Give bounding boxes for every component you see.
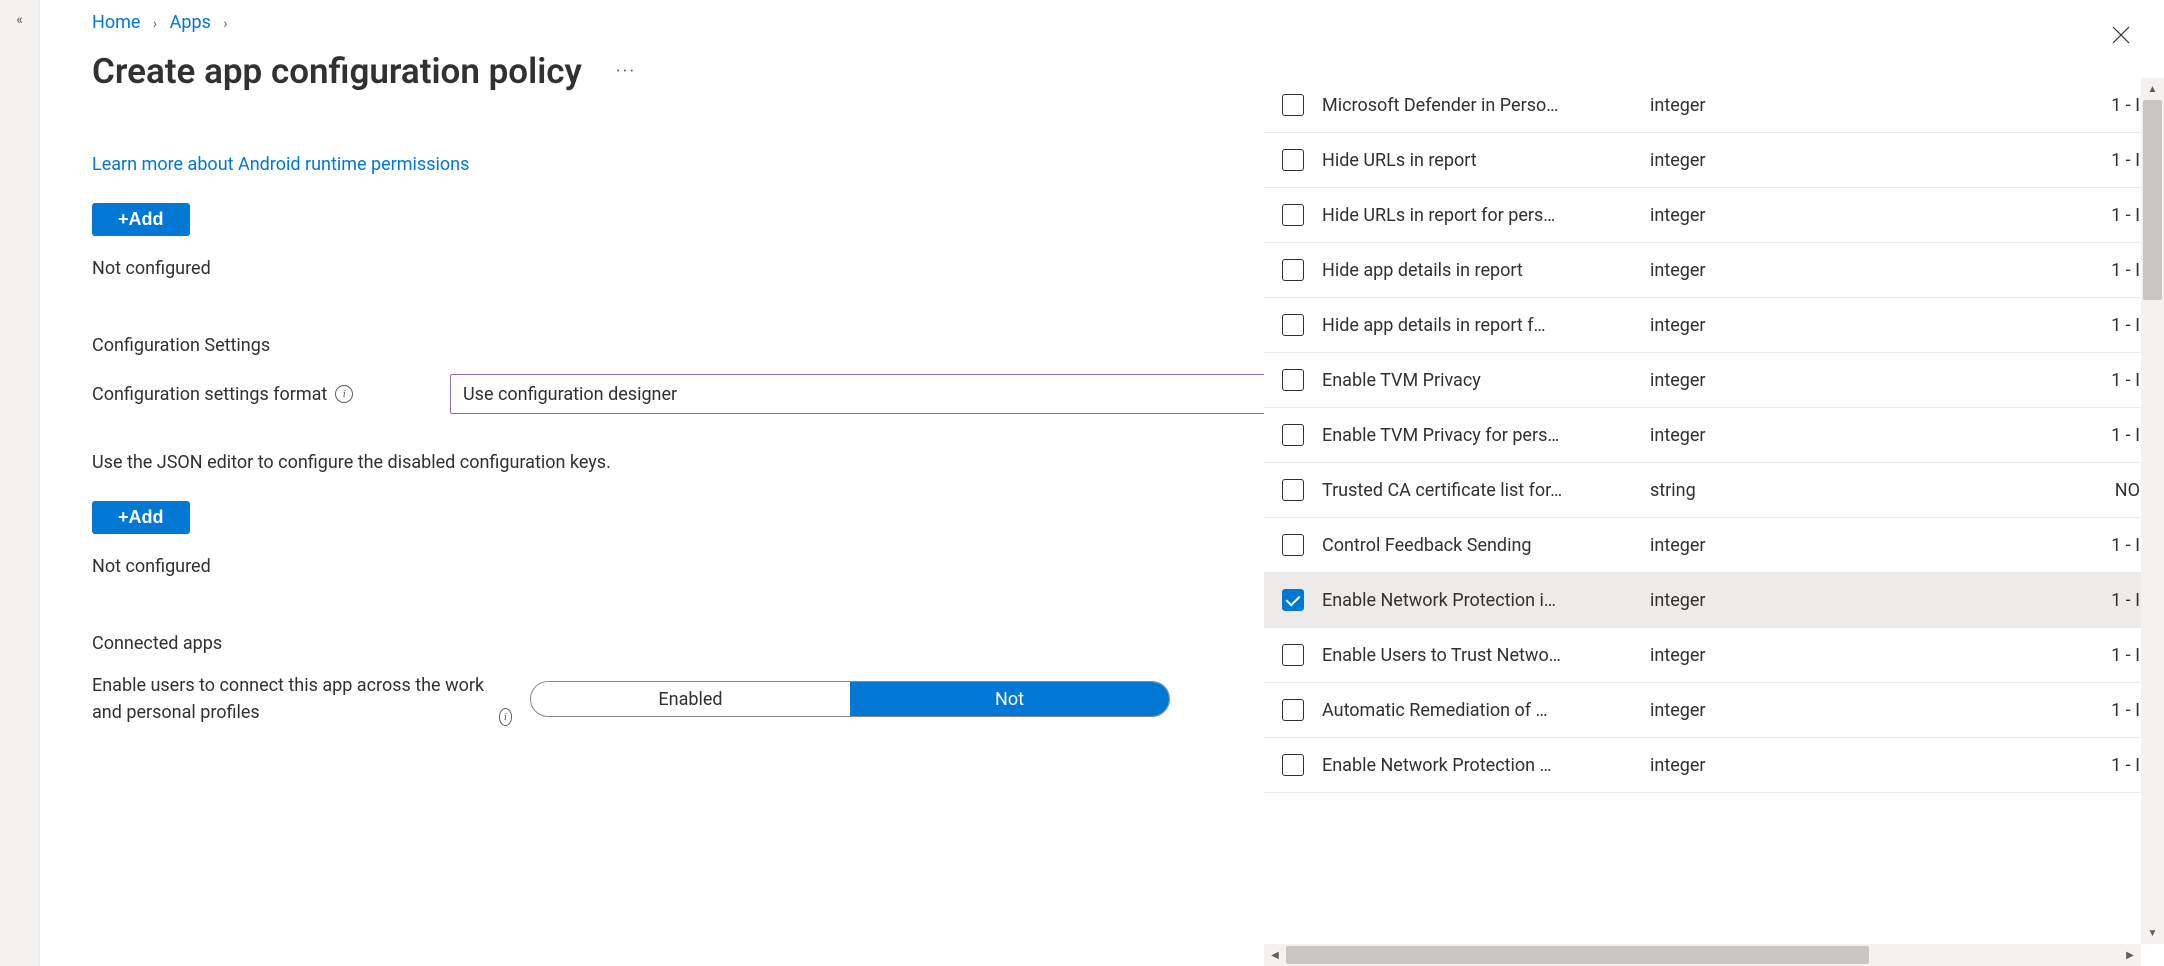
config-key-row[interactable]: Microsoft Defender in Perso… integer 1 - I [1264,78,2164,133]
config-key-row[interactable]: Enable TVM Privacy for pers… integer 1 - I [1264,408,2164,463]
add-config-key-button[interactable]: +Add [92,501,190,534]
config-key-value: 1 - I [1838,315,2140,336]
config-key-checkbox[interactable] [1282,94,1304,116]
info-icon[interactable]: i [499,708,512,726]
close-icon [2112,26,2130,44]
vertical-scrollbar[interactable]: ▲ ▼ [2141,78,2164,944]
config-key-checkbox[interactable] [1282,644,1304,666]
config-key-checkbox[interactable] [1282,314,1304,336]
config-key-value: 1 - I [1838,755,2140,776]
config-key-name: Enable Network Protection … [1322,755,1632,776]
config-key-value: 1 - I [1838,645,2140,666]
config-key-checkbox[interactable] [1282,754,1304,776]
connected-apps-toggle[interactable]: Enabled Not [530,681,1170,717]
config-key-name: Control Feedback Sending [1322,535,1632,556]
config-key-row[interactable]: Trusted CA certificate list for… string NO [1264,463,2164,518]
scroll-down-arrow-icon[interactable]: ▼ [2141,922,2164,944]
config-key-name: Hide URLs in report for pers… [1322,205,1632,226]
config-key-row[interactable]: Automatic Remediation of … integer 1 - I [1264,683,2164,738]
config-key-type: integer [1650,645,1820,666]
config-key-checkbox[interactable] [1282,424,1304,446]
scroll-left-arrow-icon[interactable]: ◀ [1264,944,1286,966]
config-key-type: integer [1650,700,1820,721]
config-key-checkbox[interactable] [1282,479,1304,501]
config-key-row[interactable]: Enable Users to Trust Netwo… integer 1 - I [1264,628,2164,683]
config-key-value: 1 - I [1838,535,2140,556]
config-key-checkbox[interactable] [1282,259,1304,281]
config-key-name: Hide app details in report f… [1322,315,1632,336]
close-panel-button[interactable] [2106,20,2136,56]
config-key-row[interactable]: Enable Network Protection … integer 1 - I [1264,738,2164,793]
info-icon[interactable]: i [335,385,353,403]
config-key-value: 1 - I [1838,700,2140,721]
config-key-row[interactable]: Enable TVM Privacy integer 1 - I [1264,353,2164,408]
connected-apps-description: Enable users to connect this app across … [92,672,491,726]
config-key-checkbox[interactable] [1282,534,1304,556]
more-actions-button[interactable]: ··· [610,57,642,86]
config-key-type: integer [1650,425,1820,446]
config-key-row[interactable]: Control Feedback Sending integer 1 - I [1264,518,2164,573]
config-key-row[interactable]: Hide URLs in report integer 1 - I [1264,133,2164,188]
toggle-not-option[interactable]: Not [850,682,1169,716]
config-key-row[interactable]: Hide app details in report integer 1 - I [1264,243,2164,298]
config-key-name: Trusted CA certificate list for… [1322,480,1632,501]
chevron-right-icon: › [153,16,157,32]
config-key-value: 1 - I [1838,590,2140,611]
config-key-checkbox[interactable] [1282,589,1304,611]
config-key-value: NO [1838,480,2140,501]
horizontal-scrollbar[interactable]: ◀ ▶ [1264,944,2141,966]
config-key-row[interactable]: Hide app details in report f… integer 1 - … [1264,298,2164,353]
config-key-checkbox[interactable] [1282,204,1304,226]
config-key-checkbox[interactable] [1282,369,1304,391]
config-key-name: Enable Users to Trust Netwo… [1322,645,1632,666]
config-key-name: Enable TVM Privacy for pers… [1322,425,1632,446]
config-key-type: integer [1650,260,1820,281]
scroll-up-arrow-icon[interactable]: ▲ [2141,78,2164,100]
learn-more-link[interactable]: Learn more about Android runtime permiss… [92,154,469,175]
config-key-value: 1 - I [1838,260,2140,281]
page-title: Create app configuration policy [92,51,582,92]
config-key-checkbox[interactable] [1282,149,1304,171]
config-key-type: integer [1650,315,1820,336]
nav-rail-collapsed: « [0,0,40,966]
config-key-type: integer [1650,370,1820,391]
config-key-type: integer [1650,150,1820,171]
scroll-right-arrow-icon[interactable]: ▶ [2119,944,2141,966]
config-keys-panel: Microsoft Defender in Perso… integer 1 - I… [1264,0,2164,966]
config-key-name: Automatic Remediation of … [1322,700,1632,721]
config-key-name: Hide URLs in report [1322,150,1632,171]
config-key-value: 1 - I [1838,425,2140,446]
config-key-row[interactable]: Hide URLs in report for pers… integer 1 - … [1264,188,2164,243]
config-key-type: integer [1650,95,1820,116]
config-key-row[interactable]: Enable Network Protection i… integer 1 - I [1264,573,2164,628]
config-key-type: integer [1650,590,1820,611]
add-permission-button[interactable]: +Add [92,203,190,236]
config-key-type: string [1650,480,1820,501]
config-key-value: 1 - I [1838,370,2140,391]
config-key-name: Enable TVM Privacy [1322,370,1632,391]
breadcrumb-apps[interactable]: Apps [170,12,211,33]
config-key-name: Hide app details in report [1322,260,1632,281]
breadcrumb-home[interactable]: Home [92,12,140,33]
config-key-type: integer [1650,205,1820,226]
config-key-name: Microsoft Defender in Perso… [1322,95,1632,116]
config-key-type: integer [1650,535,1820,556]
chevron-right-icon: › [223,16,227,32]
config-format-label: Configuration settings format [92,384,327,405]
config-key-name: Enable Network Protection i… [1322,590,1632,611]
config-key-value: 1 - I [1838,205,2140,226]
expand-nav-icon[interactable]: « [16,12,23,966]
config-format-select[interactable]: Use configuration designer [450,374,1320,414]
config-key-type: integer [1650,755,1820,776]
config-key-checkbox[interactable] [1282,699,1304,721]
config-key-value: 1 - I [1838,95,2140,116]
toggle-enabled-option[interactable]: Enabled [531,682,850,716]
config-key-value: 1 - I [1838,150,2140,171]
